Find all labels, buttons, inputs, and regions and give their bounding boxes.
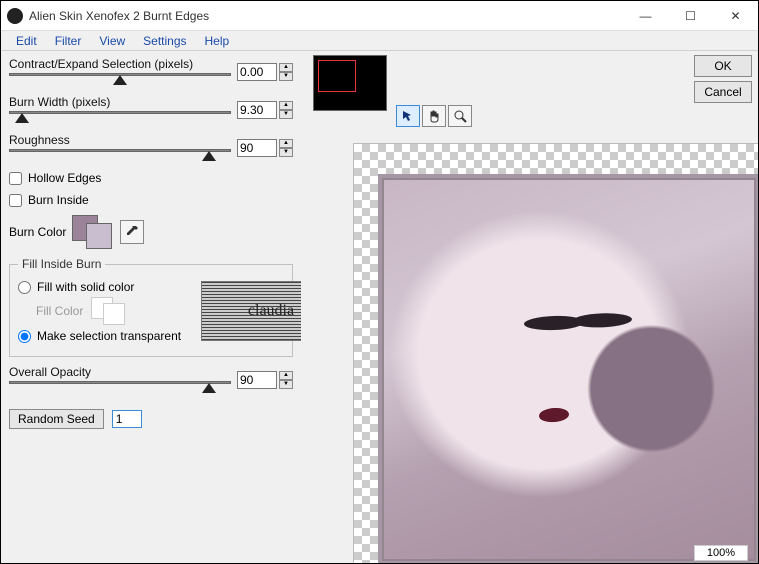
navigator-thumbnail[interactable] (313, 55, 387, 111)
menu-settings[interactable]: Settings (134, 32, 195, 50)
burn-color-bg-swatch[interactable] (86, 223, 112, 249)
pointer-tool[interactable] (396, 105, 420, 127)
burn-inside-checkbox[interactable] (9, 194, 22, 207)
fill-inside-legend: Fill Inside Burn (18, 257, 105, 271)
minimize-button[interactable]: — (623, 1, 668, 30)
menu-filter[interactable]: Filter (46, 32, 91, 50)
opacity-label: Overall Opacity (9, 365, 231, 379)
opacity-spin-down[interactable]: ▼ (279, 380, 293, 389)
menu-help[interactable]: Help (196, 32, 239, 50)
menu-view[interactable]: View (90, 32, 134, 50)
fill-color-bg-swatch[interactable] (103, 303, 125, 325)
eyedropper-icon (125, 225, 139, 239)
roughness-slider[interactable] (9, 147, 231, 163)
fill-solid-radio[interactable] (18, 281, 31, 294)
roughness-spin-down[interactable]: ▼ (279, 148, 293, 157)
fill-solid-label: Fill with solid color (37, 280, 134, 294)
fill-inside-group: Fill Inside Burn Fill with solid color F… (9, 257, 293, 357)
zoom-tool[interactable] (448, 105, 472, 127)
seed-input[interactable] (112, 410, 142, 428)
roughness-label: Roughness (9, 133, 231, 147)
burnwidth-input[interactable] (237, 101, 277, 119)
burnwidth-slider[interactable] (9, 109, 231, 125)
eyedropper-button[interactable] (120, 220, 144, 244)
maximize-button[interactable]: ☐ (668, 1, 713, 30)
hand-tool[interactable] (422, 105, 446, 127)
hand-icon (427, 109, 441, 123)
contract-label: Contract/Expand Selection (pixels) (9, 57, 231, 71)
settings-panel: Contract/Expand Selection (pixels) ▲▼ Bu… (1, 51, 301, 563)
contract-spin-down[interactable]: ▼ (279, 72, 293, 81)
fill-color-label: Fill Color (36, 304, 83, 318)
hollow-edges-label: Hollow Edges (28, 171, 101, 185)
window-title: Alien Skin Xenofex 2 Burnt Edges (29, 9, 623, 23)
fill-transparent-radio[interactable] (18, 330, 31, 343)
magnifier-icon (453, 109, 467, 123)
app-icon (7, 8, 23, 24)
random-seed-button[interactable]: Random Seed (9, 409, 104, 429)
menubar: Edit Filter View Settings Help (1, 31, 758, 51)
preview-image (378, 174, 758, 563)
burn-inside-label: Burn Inside (28, 193, 89, 207)
roughness-spin-up[interactable]: ▲ (279, 139, 293, 148)
zoom-status: 100% (694, 545, 748, 561)
fill-transparent-label: Make selection transparent (37, 329, 181, 343)
burnwidth-spin-up[interactable]: ▲ (279, 101, 293, 110)
burnwidth-label: Burn Width (pixels) (9, 95, 231, 109)
pointer-icon (401, 109, 415, 123)
contract-spin-up[interactable]: ▲ (279, 63, 293, 72)
burn-color-label: Burn Color (9, 225, 66, 239)
close-button[interactable]: ✕ (713, 1, 758, 30)
titlebar: Alien Skin Xenofex 2 Burnt Edges — ☐ ✕ (1, 1, 758, 31)
opacity-input[interactable] (237, 371, 277, 389)
hollow-edges-checkbox[interactable] (9, 172, 22, 185)
cancel-button[interactable]: Cancel (694, 81, 752, 103)
preview-viewport[interactable] (353, 143, 758, 563)
opacity-spin-up[interactable]: ▲ (279, 371, 293, 380)
ok-button[interactable]: OK (694, 55, 752, 77)
menu-edit[interactable]: Edit (7, 32, 46, 50)
burnwidth-spin-down[interactable]: ▼ (279, 110, 293, 119)
contract-input[interactable] (237, 63, 277, 81)
preview-panel: OK Cancel 100% (301, 51, 758, 563)
contract-slider[interactable] (9, 71, 231, 87)
opacity-slider[interactable] (9, 379, 231, 395)
roughness-input[interactable] (237, 139, 277, 157)
